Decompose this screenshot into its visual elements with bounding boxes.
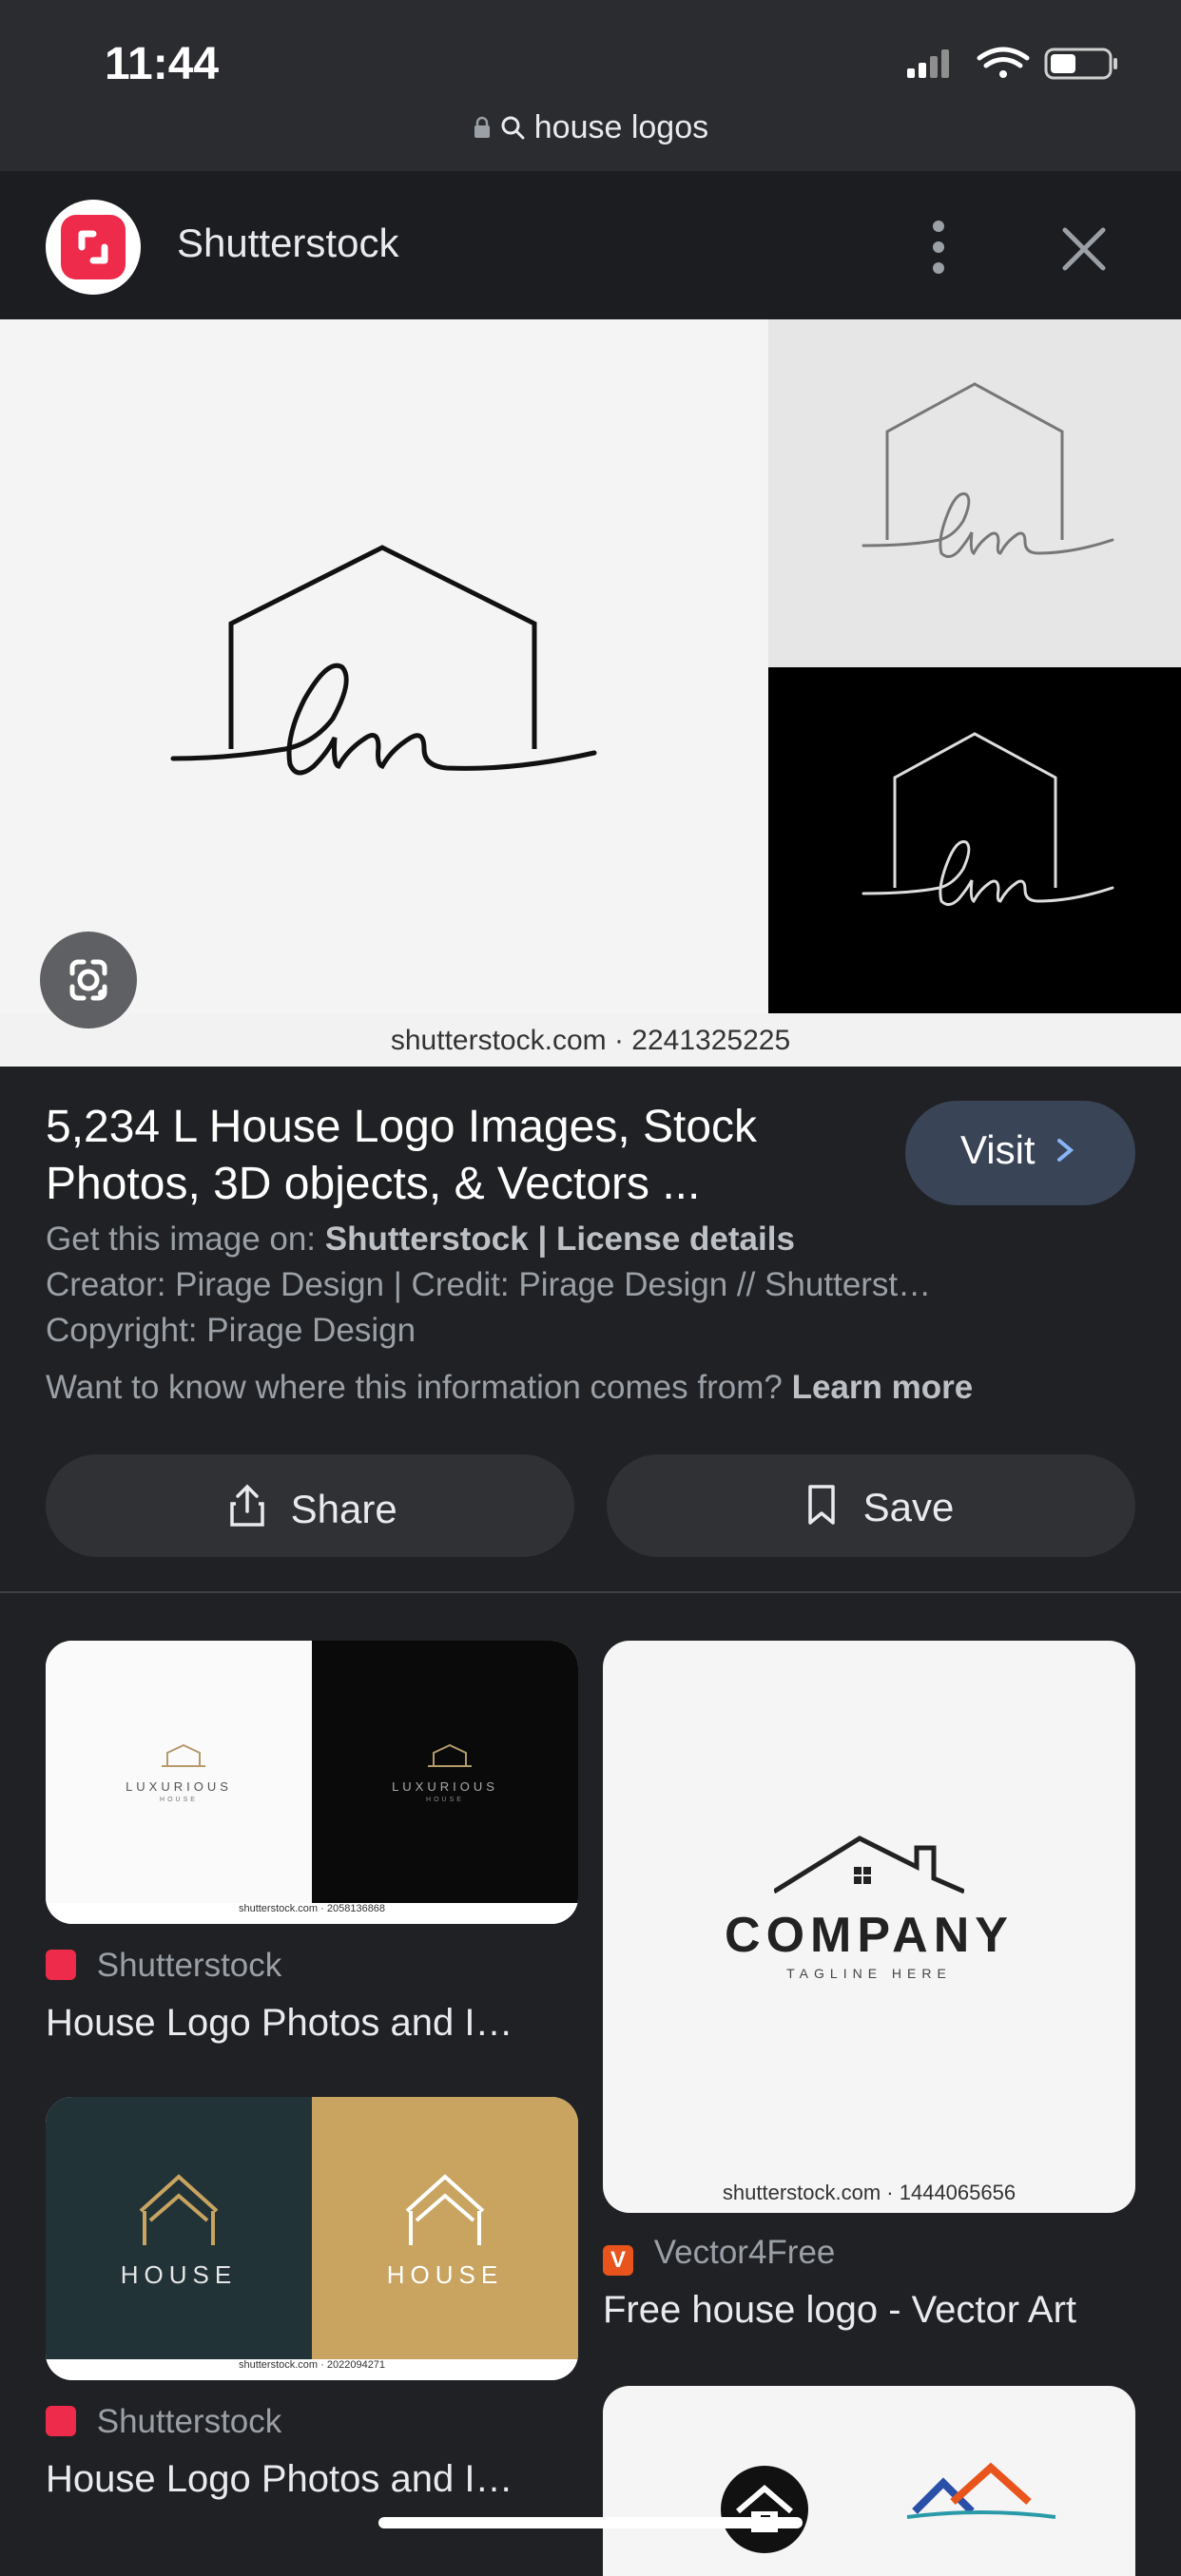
vector4free-icon: V (603, 2245, 633, 2276)
related-1-watermark: shutterstock.com · 2058136868 (46, 1903, 578, 1924)
creator-line: Creator: Pirage Design | Credit: Pirage … (46, 1266, 932, 1303)
search-icon (500, 111, 525, 148)
related-3-image-text: HOUSE (120, 2260, 238, 2289)
status-icons (907, 47, 1117, 80)
hero-watermark: shutterstock.com · 2241325225 (390, 1025, 791, 1056)
shutterstock-icon (46, 1950, 76, 1980)
battery-icon (1044, 48, 1117, 80)
site-name[interactable]: Shutterstock (177, 221, 398, 266)
related-1-image-text: LUXURIOUS (126, 1779, 232, 1794)
more-options-icon[interactable] (913, 209, 964, 285)
get-image-source-link[interactable]: Shutterstock (325, 1221, 529, 1258)
related-2-image-text: COMPANY (725, 1908, 1014, 1963)
get-image-line: Get this image on: Shutterstock | Licens… (46, 1221, 795, 1258)
wifi-icon (977, 47, 1030, 78)
save-label: Save (804, 1483, 954, 1530)
house-circle-logo (721, 2466, 808, 2553)
related-2-source[interactable]: V Vector4Free (603, 2234, 835, 2276)
related-image-3[interactable]: HOUSE HOUSE shutterstock.com · 202209427… (46, 2097, 578, 2380)
related-3-watermark: shutterstock.com · 2022094271 (46, 2359, 578, 2380)
cellular-signal-icon (907, 49, 949, 78)
related-1-source[interactable]: Shutterstock (46, 1947, 281, 1985)
google-lens-icon[interactable] (40, 932, 137, 1028)
bookmark-icon (808, 1485, 835, 1525)
section-divider (0, 1591, 1181, 1593)
visit-label: Visit (960, 1127, 1080, 1173)
related-3-title[interactable]: House Logo Photos and I… (46, 2458, 513, 2501)
learn-more-link[interactable]: Learn more (792, 1369, 974, 1406)
lm-house-logo (170, 545, 597, 776)
shutterstock-icon (46, 2406, 76, 2436)
copyright-line: Copyright: Pirage Design (46, 1312, 416, 1349)
related-image-2[interactable]: COMPANY TAGLINE HERE shutterstock.com · … (603, 1641, 1135, 2213)
related-image-1[interactable]: LUXURIOUS HOUSE LUXURIOUS HOUSE shutters… (46, 1641, 578, 1924)
related-1-title[interactable]: House Logo Photos and I… (46, 2002, 513, 2045)
url-query: house logos (533, 109, 709, 145)
company-house-logo (774, 1836, 964, 1894)
share-icon (230, 1484, 264, 1527)
url-bar[interactable]: house logos (0, 109, 1181, 148)
related-2-title[interactable]: Free house logo - Vector Art (603, 2289, 1076, 2332)
close-icon[interactable] (1046, 211, 1122, 287)
hero-thumb-light (768, 319, 1181, 667)
result-title[interactable]: 5,234 L House Logo Images, Stock Photos,… (46, 1099, 863, 1213)
related-2-watermark: shutterstock.com · 1444065656 (722, 2181, 1016, 2204)
license-details-link[interactable]: License details (556, 1221, 795, 1258)
info-source-line: Want to know where this information come… (46, 1369, 974, 1406)
lock-icon (473, 111, 492, 148)
status-time: 11:44 (105, 39, 220, 89)
chevron-right-icon (1057, 1139, 1075, 1162)
hero-thumb-dark (768, 667, 1181, 1013)
home-indicator[interactable] (378, 2517, 803, 2528)
share-label: Share (228, 1483, 397, 1532)
colored-houses-logo (906, 2462, 1056, 2519)
shutterstock-logo-mark (61, 215, 126, 279)
related-image-4[interactable] (603, 2386, 1135, 2576)
related-3-source[interactable]: Shutterstock (46, 2403, 281, 2441)
